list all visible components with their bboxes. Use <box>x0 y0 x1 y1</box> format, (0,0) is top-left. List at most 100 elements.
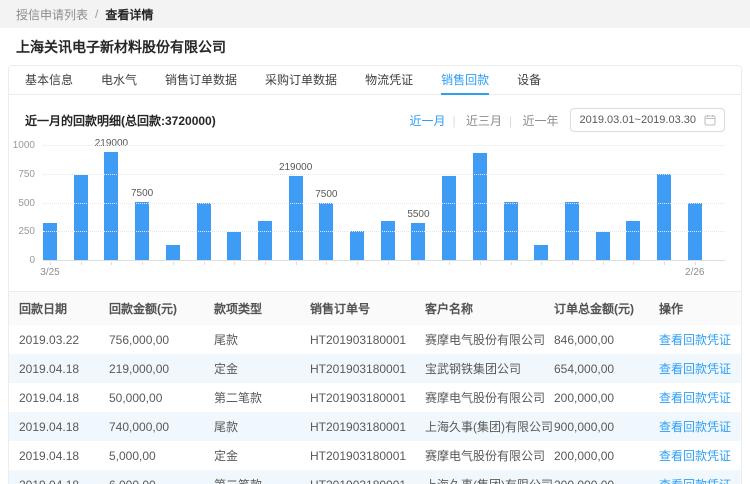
table-row: 2019.04.185,000,00定金HT201903180001赛摩电气股份… <box>9 441 741 470</box>
bar: 219000 <box>289 176 303 261</box>
range-filter[interactable]: 近一月 <box>409 112 445 129</box>
tab-bar: 基本信息 电水气 销售订单数据 采购订单数据 物流凭证 销售回款 设备 <box>9 66 741 95</box>
x-axis-tick: 2/26 <box>685 267 704 278</box>
table-row: 2019.03.22756,000,00尾款HT201903180001赛摩电气… <box>9 325 741 354</box>
title-row: 上海关讯电子新材料股份有限公司 <box>0 28 750 65</box>
bar-rect <box>473 153 487 261</box>
view-receipt-link[interactable]: 查看回款凭证 <box>659 420 731 434</box>
bar-rect <box>166 245 180 261</box>
bar-rect <box>411 223 425 261</box>
table-cell-type: 定金 <box>214 441 310 470</box>
view-receipt-link[interactable]: 查看回款凭证 <box>659 478 731 484</box>
table-header: 回款日期回款金额(元)款项类型销售订单号客户名称订单总金额(元)操作 <box>9 292 741 325</box>
view-receipt-link[interactable]: 查看回款凭证 <box>659 449 731 463</box>
bar-chart: 3/252190007500219000750055002/26 0250500… <box>25 146 725 278</box>
table-cell-customer: 上海久事(集团)有限公司 <box>425 412 554 441</box>
table-cell-customer: 赛摩电气股份有限公司 <box>425 383 554 412</box>
date-range-value: 2019.03.01~2019.03.30 <box>579 114 696 126</box>
table-cell-type: 第二笔款 <box>214 470 310 484</box>
breadcrumb-current: 查看详情 <box>105 6 153 23</box>
chart-bars: 3/252190007500219000750055002/26 <box>43 146 702 261</box>
bar <box>166 245 180 261</box>
bar: 3/25 <box>43 223 57 261</box>
range-filter[interactable]: 近一年 <box>502 112 558 129</box>
bar-rect <box>74 175 88 261</box>
date-range-picker[interactable]: 2019.03.01~2019.03.30 <box>570 108 725 132</box>
table-row: 2019.04.18740,000,00尾款HT201903180001上海久事… <box>9 412 741 441</box>
table-cell-total: 200,000,00 <box>554 383 659 412</box>
bar-value-label: 7500 <box>131 189 153 199</box>
table-cell-order_no: HT201903180001 <box>310 412 425 441</box>
bar-value-label: 219000 <box>95 139 128 149</box>
tab[interactable]: 采购订单数据 <box>265 66 337 95</box>
table-cell-customer: 宝武钢铁集团公司 <box>425 354 554 383</box>
table-cell-type: 定金 <box>214 354 310 383</box>
table-column-header: 回款金额(元) <box>109 292 214 325</box>
table-cell-order_no: HT201903180001 <box>310 470 425 484</box>
range-filter-label: 近三月 <box>466 114 502 128</box>
table-cell-actions: 查看回款凭证下载 <box>659 470 741 484</box>
y-axis-tick: 500 <box>18 199 35 209</box>
range-filters: 近一月 近三月 近一年 <box>409 112 558 129</box>
gridline <box>43 260 725 261</box>
tab-label: 电水气 <box>101 71 137 88</box>
tab[interactable]: 销售回款 <box>441 66 489 95</box>
table-cell-total: 846,000,00 <box>554 325 659 354</box>
view-receipt-link[interactable]: 查看回款凭证 <box>659 391 731 405</box>
detail-card: 基本信息 电水气 销售订单数据 采购订单数据 物流凭证 销售回款 设备 近一月的… <box>8 65 742 484</box>
bar-rect <box>626 221 640 261</box>
bar-rect <box>43 223 57 261</box>
tab[interactable]: 基本信息 <box>25 66 73 95</box>
table-cell-amount: 740,000,00 <box>109 412 214 441</box>
table-column-header: 订单总金额(元) <box>554 292 659 325</box>
tab-label: 物流凭证 <box>365 71 413 88</box>
bar-rect <box>227 232 241 261</box>
view-receipt-link[interactable]: 查看回款凭证 <box>659 333 731 347</box>
tab-label: 销售订单数据 <box>165 71 237 88</box>
bar-value-label: 7500 <box>315 190 337 200</box>
table-cell-type: 尾款 <box>214 412 310 441</box>
y-axis-tick: 750 <box>18 170 35 180</box>
table-row: 2019.04.18219,000,00定金HT201903180001宝武钢铁… <box>9 354 741 383</box>
calendar-icon <box>704 114 716 126</box>
gridline <box>43 203 725 204</box>
table-cell-actions: 查看回款凭证下载 <box>659 354 741 383</box>
x-axis-tick: 3/25 <box>40 267 59 278</box>
bar <box>350 231 364 261</box>
breadcrumb-parent-link[interactable]: 授信申请列表 <box>16 6 88 23</box>
bar <box>596 232 610 261</box>
bar-rect <box>657 174 671 261</box>
gridline <box>43 231 725 232</box>
range-filter-label: 近一年 <box>522 114 558 128</box>
tab[interactable]: 销售订单数据 <box>165 66 237 95</box>
tab[interactable]: 设备 <box>517 66 541 95</box>
view-receipt-link[interactable]: 查看回款凭证 <box>659 362 731 376</box>
bar-rect <box>104 152 118 261</box>
tab[interactable]: 电水气 <box>101 66 137 95</box>
table-row: 2019.04.186,000,00第二笔款HT201903180001上海久事… <box>9 470 741 484</box>
chart-title: 近一月的回款明细(总回款:3720000) <box>25 112 216 129</box>
bar <box>657 174 671 261</box>
bar-rect <box>534 245 548 261</box>
bar <box>442 176 456 261</box>
bar-rect <box>258 221 272 261</box>
table-cell-type: 第二笔款 <box>214 383 310 412</box>
table-cell-date: 2019.04.18 <box>9 383 109 412</box>
y-axis-tick: 1000 <box>13 141 35 151</box>
table-cell-customer: 赛摩电气股份有限公司 <box>425 325 554 354</box>
range-filter-label: 近一月 <box>409 114 445 128</box>
range-filter[interactable]: 近三月 <box>446 112 502 129</box>
chart-controls: 近一月 近三月 近一年 2019.03.01~2019.03.30 <box>409 108 725 132</box>
table-cell-amount: 219,000,00 <box>109 354 214 383</box>
gridline <box>43 145 725 146</box>
bar-rect <box>381 221 395 261</box>
table-cell-order_no: HT201903180001 <box>310 354 425 383</box>
table-column-header: 回款日期 <box>9 292 109 325</box>
tab-label: 基本信息 <box>25 71 73 88</box>
table-cell-actions: 查看回款凭证下载 <box>659 441 741 470</box>
tab[interactable]: 物流凭证 <box>365 66 413 95</box>
chart-plot: 3/252190007500219000750055002/26 0250500… <box>43 146 725 261</box>
table-body: 2019.03.22756,000,00尾款HT201903180001赛摩电气… <box>9 325 741 484</box>
table-cell-total: 200,000,00 <box>554 470 659 484</box>
page-title: 上海关讯电子新材料股份有限公司 <box>16 37 734 57</box>
